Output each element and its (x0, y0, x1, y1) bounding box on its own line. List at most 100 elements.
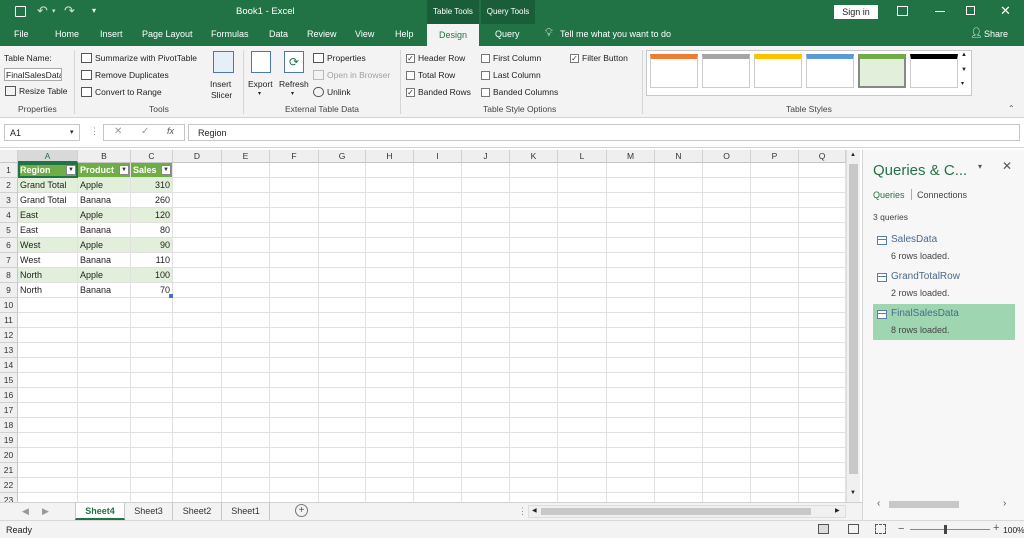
table-cell-number[interactable]: 110 (131, 253, 173, 268)
empty-cell[interactable] (270, 298, 319, 313)
filter-dropdown-icon[interactable]: ▼ (161, 165, 171, 175)
gallery-scroll-up-icon[interactable]: ▲ (961, 52, 967, 58)
empty-cell[interactable] (510, 193, 558, 208)
empty-cell[interactable] (414, 343, 462, 358)
table-cell[interactable]: East (18, 223, 78, 238)
empty-cell[interactable] (751, 358, 799, 373)
tab-formulas[interactable]: Formulas (211, 29, 249, 39)
empty-cell[interactable] (607, 418, 655, 433)
empty-cell[interactable] (751, 298, 799, 313)
empty-cell[interactable] (414, 373, 462, 388)
empty-cell[interactable] (222, 328, 270, 343)
table-cell[interactable]: Banana (78, 283, 131, 298)
empty-cell[interactable] (607, 223, 655, 238)
empty-cell[interactable] (222, 493, 270, 502)
empty-cell[interactable] (703, 283, 751, 298)
column-header[interactable]: O (703, 150, 751, 163)
query-item-selected[interactable]: FinalSalesData 8 rows loaded. (873, 304, 1015, 340)
empty-cell[interactable] (607, 328, 655, 343)
empty-cell[interactable] (173, 358, 222, 373)
empty-cell[interactable] (319, 403, 366, 418)
row-header[interactable]: 22 (0, 478, 18, 493)
table-header-region[interactable]: Region ▼ (18, 163, 78, 178)
empty-cell[interactable] (799, 163, 846, 178)
empty-cell[interactable] (270, 238, 319, 253)
empty-cell[interactable] (510, 493, 558, 502)
empty-cell[interactable] (703, 223, 751, 238)
table-cell[interactable]: North (18, 268, 78, 283)
empty-cell[interactable] (607, 493, 655, 502)
empty-cell[interactable] (131, 343, 173, 358)
convert-to-range-button[interactable]: Convert to Range (81, 87, 162, 97)
row-header[interactable]: 13 (0, 343, 18, 358)
column-header[interactable]: I (414, 150, 462, 163)
query-name[interactable]: FinalSalesData (891, 308, 959, 319)
header-row-option[interactable]: ✓ Header Row (406, 53, 465, 63)
table-cell[interactable]: Grand Total (18, 178, 78, 193)
empty-cell[interactable] (799, 448, 846, 463)
vertical-scrollbar[interactable]: ▲ ▼ (846, 150, 860, 502)
empty-cell[interactable] (131, 373, 173, 388)
empty-cell[interactable] (799, 433, 846, 448)
empty-cell[interactable] (510, 343, 558, 358)
vertical-scroll-thumb[interactable] (849, 164, 858, 474)
scroll-right-icon[interactable]: ▶ (835, 507, 840, 514)
empty-cell[interactable] (607, 478, 655, 493)
empty-cell[interactable] (319, 178, 366, 193)
empty-cell[interactable] (607, 433, 655, 448)
empty-cell[interactable] (366, 493, 414, 502)
empty-cell[interactable] (462, 403, 510, 418)
empty-cell[interactable] (703, 418, 751, 433)
undo-icon[interactable]: ↶ (37, 3, 48, 19)
empty-cell[interactable] (462, 268, 510, 283)
empty-cell[interactable] (751, 448, 799, 463)
empty-cell[interactable] (222, 478, 270, 493)
column-header[interactable]: E (222, 150, 270, 163)
empty-cell[interactable] (751, 178, 799, 193)
empty-cell[interactable] (414, 418, 462, 433)
banded-rows-checkbox[interactable]: ✓ (406, 87, 415, 97)
empty-cell[interactable] (173, 478, 222, 493)
table-cell[interactable]: Banana (78, 223, 131, 238)
empty-cell[interactable] (462, 433, 510, 448)
empty-cell[interactable] (558, 313, 607, 328)
empty-cell[interactable] (366, 403, 414, 418)
tab-query[interactable]: Query (495, 29, 520, 39)
pane-scroll-thumb[interactable] (889, 501, 959, 508)
empty-cell[interactable] (751, 403, 799, 418)
empty-cell[interactable] (655, 343, 703, 358)
empty-cell[interactable] (414, 298, 462, 313)
pane-close-icon[interactable]: ✕ (1002, 159, 1012, 173)
empty-cell[interactable] (751, 313, 799, 328)
share-icon[interactable]: 👤︎ (970, 28, 983, 39)
empty-cell[interactable] (222, 178, 270, 193)
empty-cell[interactable] (414, 223, 462, 238)
prev-sheet-icon[interactable]: ◀ (22, 506, 29, 517)
empty-cell[interactable] (510, 253, 558, 268)
empty-cell[interactable] (366, 448, 414, 463)
empty-cell[interactable] (462, 328, 510, 343)
empty-cell[interactable] (222, 463, 270, 478)
column-header[interactable]: F (270, 150, 319, 163)
empty-cell[interactable] (655, 223, 703, 238)
empty-cell[interactable] (462, 178, 510, 193)
empty-cell[interactable] (462, 418, 510, 433)
banded-columns-option[interactable]: Banded Columns (481, 87, 558, 97)
empty-cell[interactable] (131, 478, 173, 493)
empty-cell[interactable] (703, 343, 751, 358)
name-box[interactable]: A1 ▾ (4, 124, 80, 141)
close-icon[interactable]: ✕ (1000, 3, 1011, 19)
empty-cell[interactable] (222, 418, 270, 433)
empty-cell[interactable] (607, 238, 655, 253)
table-cell[interactable]: Grand Total (18, 193, 78, 208)
empty-cell[interactable] (270, 223, 319, 238)
insert-function-icon[interactable]: fx (167, 126, 174, 136)
empty-cell[interactable] (558, 388, 607, 403)
empty-cell[interactable] (18, 313, 78, 328)
empty-cell[interactable] (319, 388, 366, 403)
empty-cell[interactable] (799, 343, 846, 358)
empty-cell[interactable] (703, 208, 751, 223)
table-cell-number[interactable]: 100 (131, 268, 173, 283)
empty-cell[interactable] (751, 253, 799, 268)
empty-cell[interactable] (78, 388, 131, 403)
